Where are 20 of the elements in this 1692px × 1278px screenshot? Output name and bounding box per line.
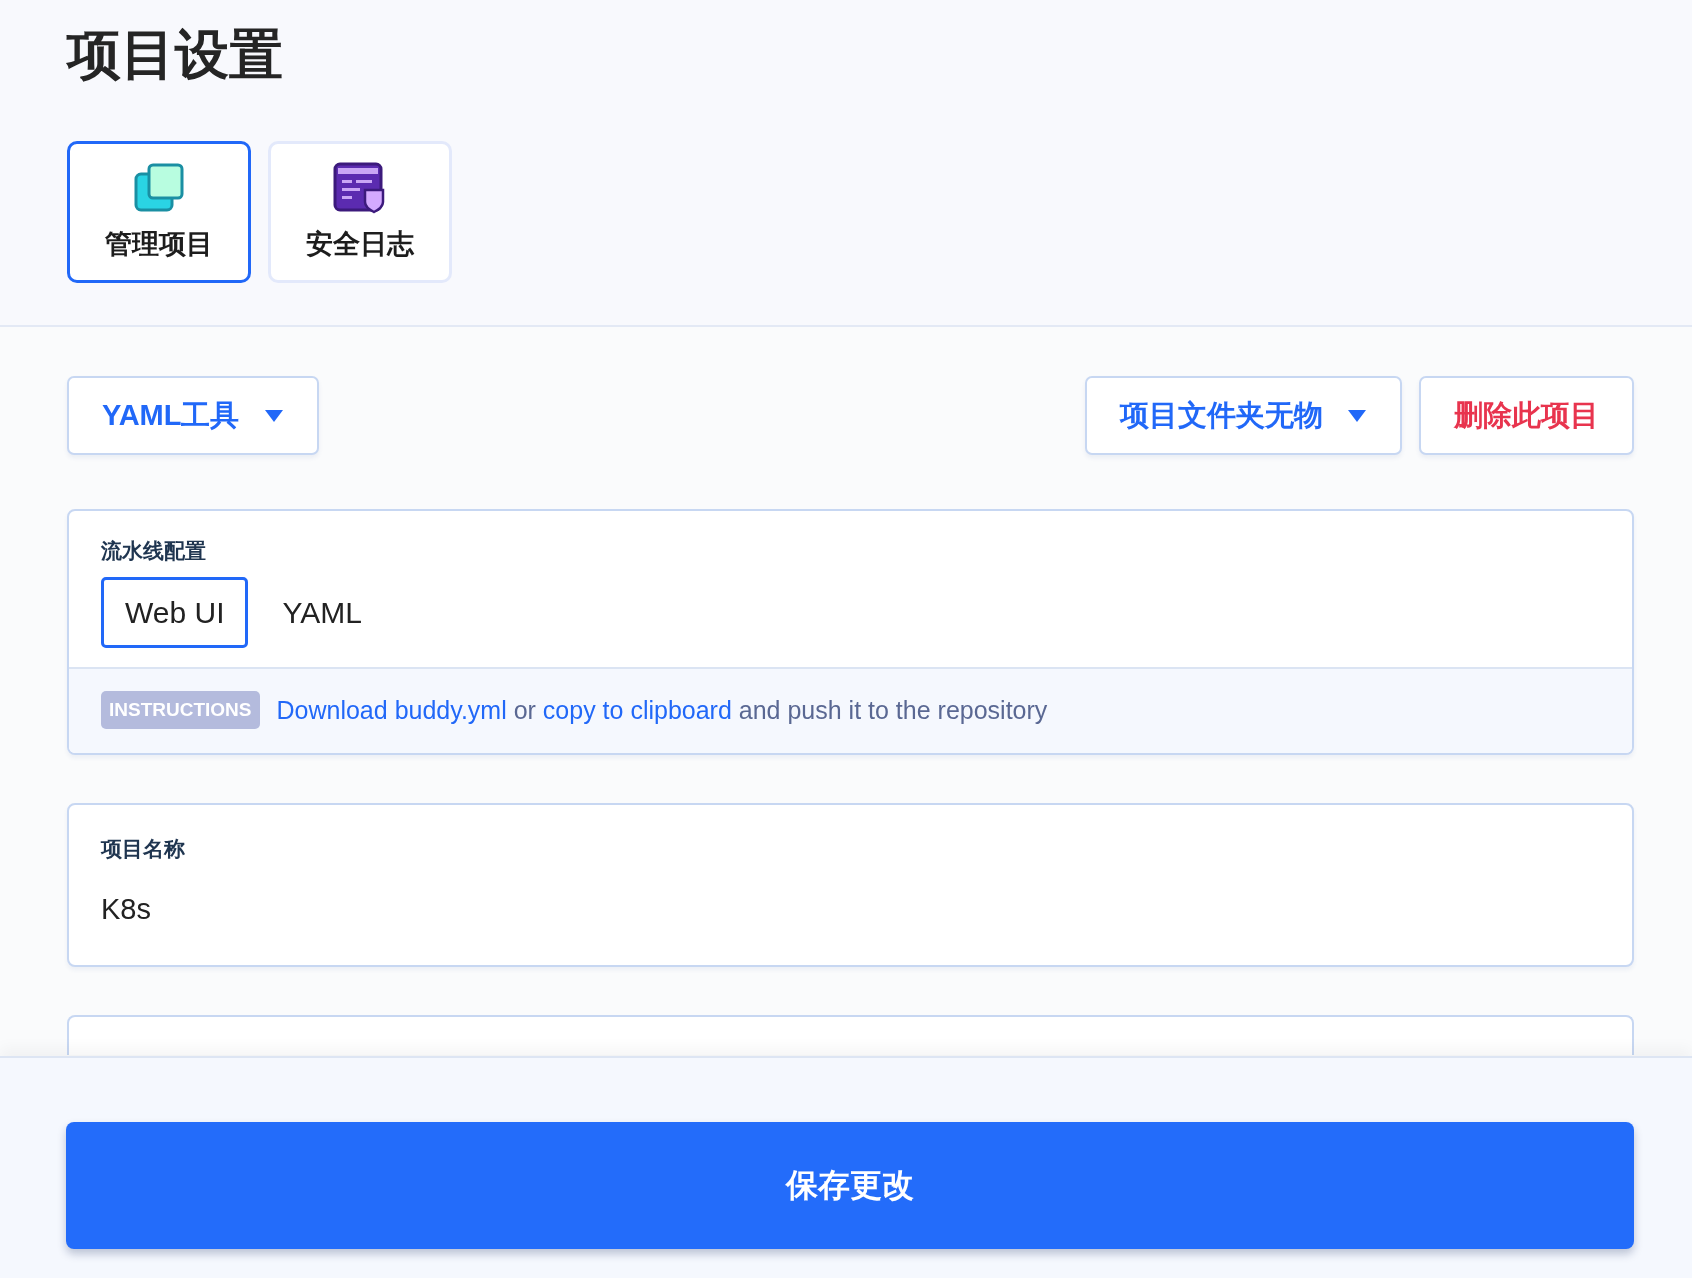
link[interactable]: copy to clipboard [542, 695, 732, 724]
caret-icon [263, 408, 284, 423]
link[interactable]: Download buddy.yml [276, 695, 507, 724]
squares-icon [133, 162, 185, 214]
dropdown-button[interactable]: YAML工具 [67, 376, 319, 455]
tab[interactable]: 管理项目 [67, 141, 251, 283]
page-title: 项目设置 [67, 23, 283, 86]
log-shield-icon [333, 162, 387, 214]
field-label: 项目名称 [101, 836, 185, 862]
caret-icon [1347, 408, 1367, 423]
tab[interactable]: 安全日志 [268, 141, 452, 283]
instructions-text: Download buddy.yml or copy to clipboard and push it to the repository [276, 695, 1048, 725]
field-label: 流水线配置 [101, 538, 206, 564]
save-button[interactable]: 保存更改 [66, 1122, 1634, 1249]
text-field[interactable]: 项目名称 K8s [67, 803, 1634, 967]
input-field[interactable]: K8s [101, 889, 1600, 929]
delete-button[interactable]: 删除此项目 [1419, 376, 1634, 455]
instructions-badge: INSTRUCTIONS [101, 691, 260, 729]
toggle-option[interactable]: Web UI [101, 577, 249, 648]
dropdown-button[interactable]: 项目文件夹无物 [1085, 376, 1402, 455]
